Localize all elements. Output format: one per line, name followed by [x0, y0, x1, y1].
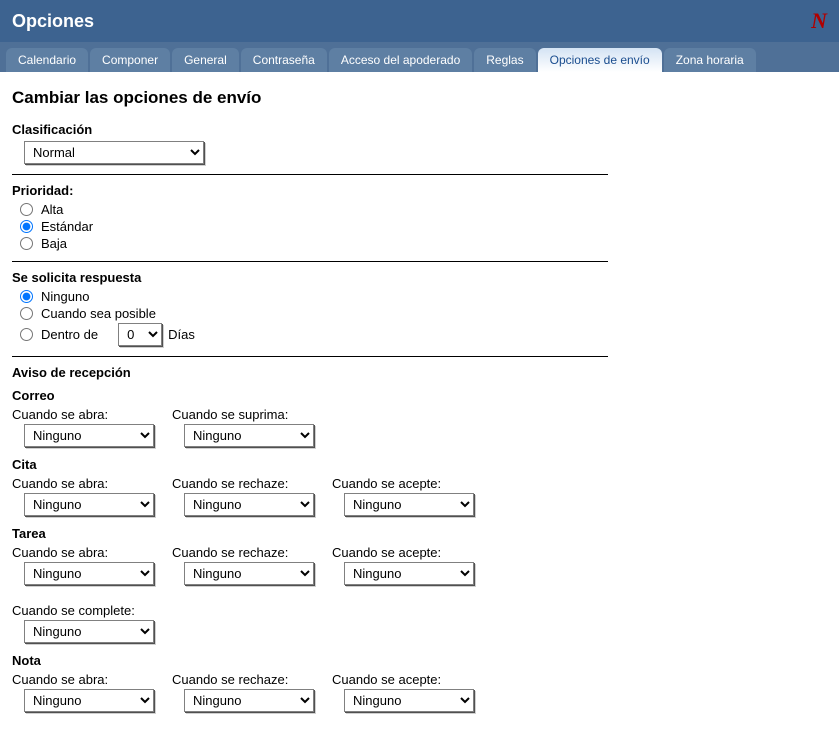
divider	[12, 174, 608, 175]
priority-low-label: Baja	[41, 236, 67, 251]
divider	[12, 356, 608, 357]
note-opened-label: Cuando se abra:	[12, 672, 154, 687]
priority-high-label: Alta	[41, 202, 63, 217]
note-declined-label: Cuando se rechaze:	[172, 672, 314, 687]
reply-when-convenient-label: Cuando sea posible	[41, 306, 156, 321]
task-accepted-label: Cuando se acepte:	[332, 545, 474, 560]
content: Cambiar las opciones de envío Clasificac…	[0, 72, 620, 734]
mail-title: Correo	[12, 388, 608, 403]
task-accepted-select[interactable]: Ninguno	[344, 562, 474, 585]
priority-standard-label: Estándar	[41, 219, 93, 234]
classification-label: Clasificación	[12, 122, 608, 137]
divider	[12, 261, 608, 262]
reply-days-label: Días	[168, 327, 195, 342]
header: Opciones N	[0, 0, 839, 42]
note-opened-select[interactable]: Ninguno	[24, 689, 154, 712]
reply-within-label: Dentro de	[41, 327, 98, 342]
appt-declined-label: Cuando se rechaze:	[172, 476, 314, 491]
content-heading: Cambiar las opciones de envío	[12, 88, 608, 108]
tab-bar: Calendario Componer General Contraseña A…	[0, 42, 839, 72]
mail-deleted-select[interactable]: Ninguno	[184, 424, 314, 447]
appt-accepted-label: Cuando se acepte:	[332, 476, 474, 491]
appt-declined-select[interactable]: Ninguno	[184, 493, 314, 516]
tab-general[interactable]: General	[172, 48, 239, 72]
note-declined-select[interactable]: Ninguno	[184, 689, 314, 712]
appt-opened-label: Cuando se abra:	[12, 476, 154, 491]
task-title: Tarea	[12, 526, 608, 541]
tab-contrasena[interactable]: Contraseña	[241, 48, 327, 72]
reply-radio-within[interactable]	[20, 328, 33, 341]
classification-select[interactable]: Normal	[24, 141, 204, 164]
novell-logo: N	[811, 8, 827, 34]
tab-calendario[interactable]: Calendario	[6, 48, 88, 72]
reply-none-label: Ninguno	[41, 289, 89, 304]
mail-opened-label: Cuando se abra:	[12, 407, 154, 422]
priority-label: Prioridad:	[12, 183, 608, 198]
task-completed-label: Cuando se complete:	[12, 603, 154, 618]
priority-radio-standard[interactable]	[20, 220, 33, 233]
note-accepted-select[interactable]: Ninguno	[344, 689, 474, 712]
task-opened-label: Cuando se abra:	[12, 545, 154, 560]
note-title: Nota	[12, 653, 608, 668]
reply-radio-when-convenient[interactable]	[20, 307, 33, 320]
appointment-title: Cita	[12, 457, 608, 472]
priority-radio-low[interactable]	[20, 237, 33, 250]
task-declined-label: Cuando se rechaze:	[172, 545, 314, 560]
task-declined-select[interactable]: Ninguno	[184, 562, 314, 585]
tab-opciones-envio[interactable]: Opciones de envío	[538, 48, 662, 72]
task-opened-select[interactable]: Ninguno	[24, 562, 154, 585]
priority-radio-high[interactable]	[20, 203, 33, 216]
tab-acceso-apoderado[interactable]: Acceso del apoderado	[329, 48, 472, 72]
mail-opened-select[interactable]: Ninguno	[24, 424, 154, 447]
tab-reglas[interactable]: Reglas	[474, 48, 535, 72]
tab-zona-horaria[interactable]: Zona horaria	[664, 48, 756, 72]
task-completed-select[interactable]: Ninguno	[24, 620, 154, 643]
page-title: Opciones	[12, 11, 94, 32]
appt-opened-select[interactable]: Ninguno	[24, 493, 154, 516]
reply-requested-label: Se solicita respuesta	[12, 270, 608, 285]
note-accepted-label: Cuando se acepte:	[332, 672, 474, 687]
reply-radio-none[interactable]	[20, 290, 33, 303]
tab-componer[interactable]: Componer	[90, 48, 170, 72]
reply-days-select[interactable]: 0	[118, 323, 162, 346]
mail-deleted-label: Cuando se suprima:	[172, 407, 314, 422]
return-notification-label: Aviso de recepción	[12, 365, 608, 380]
appt-accepted-select[interactable]: Ninguno	[344, 493, 474, 516]
